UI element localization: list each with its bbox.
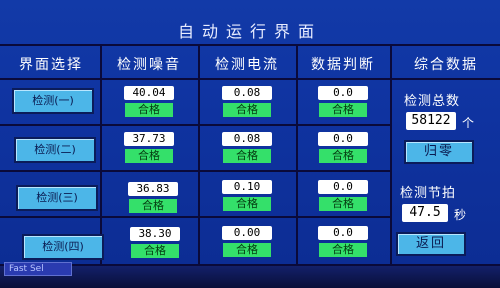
header-judge: 数据判断 [311,57,375,73]
nav-button-detect-2[interactable]: 检测(二) [14,137,96,163]
header-summary: 综合数据 [414,57,478,73]
judge-status-3: 合格 [319,197,367,211]
grid-line-top [0,44,500,46]
beat-value: 47.5 [402,204,448,222]
grid-line-row3 [0,216,390,218]
judge-status-1: 合格 [319,103,367,117]
grid-col-4 [390,44,392,266]
page-title: 自动运行界面 [177,22,322,41]
grid-line-row1 [0,124,390,126]
noise-value-4: 38.30 [130,227,180,241]
current-status-2: 合格 [223,149,271,163]
current-value-1: 0.08 [222,86,272,100]
noise-value-1: 40.04 [124,86,174,100]
current-value-3: 0.10 [222,180,272,194]
nav-button-detect-4[interactable]: 检测(四) [22,234,104,260]
header-current: 检测电流 [215,57,279,73]
judge-status-4: 合格 [319,243,367,257]
current-status-1: 合格 [223,103,271,117]
total-count-unit: 个 [462,116,475,130]
nav-button-detect-1[interactable]: 检测(一) [12,88,94,114]
grid-line-row2 [0,170,390,172]
beat-unit: 秒 [454,208,467,222]
noise-value-3: 36.83 [128,182,178,196]
noise-status-3: 合格 [129,199,177,213]
bottom-bezel [0,266,500,288]
current-status-3: 合格 [223,197,271,211]
judge-value-4: 0.0 [318,226,368,240]
total-count-value: 58122 [406,112,456,130]
noise-status-1: 合格 [125,103,173,117]
grid-col-2 [198,44,200,266]
back-button[interactable]: 返回 [396,232,466,256]
current-value-4: 0.00 [222,226,272,240]
grid-col-3 [296,44,298,266]
judge-value-1: 0.0 [318,86,368,100]
header-nav: 界面选择 [19,57,83,73]
current-status-4: 合格 [223,243,271,257]
judge-value-2: 0.0 [318,132,368,146]
beat-label: 检测节拍 [400,186,457,201]
noise-value-2: 37.73 [124,132,174,146]
judge-status-2: 合格 [319,149,367,163]
footer-label: Fast Sel [4,262,72,276]
current-value-2: 0.08 [222,132,272,146]
noise-status-2: 合格 [125,149,173,163]
nav-button-detect-3[interactable]: 检测(三) [16,185,98,211]
hmi-screen: 自动运行界面 界面选择 检测噪音 检测电流 数据判断 综合数据 检测(一) 40… [0,0,500,288]
grid-line-header [0,78,500,80]
noise-status-4: 合格 [131,244,179,258]
total-count-label: 检测总数 [404,94,461,109]
grid-col-1 [100,44,102,266]
reset-button[interactable]: 归零 [404,140,474,164]
judge-value-3: 0.0 [318,180,368,194]
header-noise: 检测噪音 [117,57,181,73]
